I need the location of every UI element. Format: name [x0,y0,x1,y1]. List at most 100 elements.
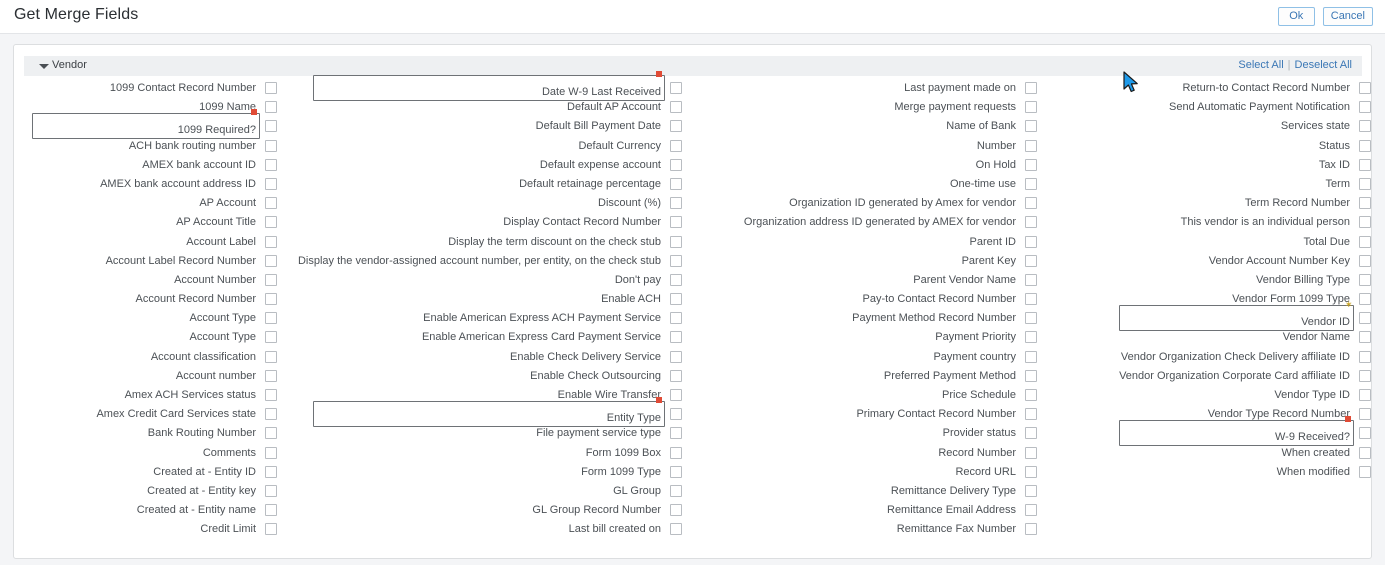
merge-field-checkbox[interactable] [1025,312,1037,325]
merge-field-checkbox[interactable] [265,120,277,133]
merge-field-checkbox[interactable] [670,197,682,210]
merge-field-checkbox[interactable] [265,465,277,478]
merge-field-row[interactable]: Amex ACH Services status [14,387,279,406]
merge-field-row[interactable]: Remittance Delivery Type [684,483,1039,502]
merge-field-checkbox[interactable] [265,254,277,267]
merge-field-row[interactable]: AP Account Title [14,214,279,233]
merge-field-checkbox[interactable] [265,369,277,382]
merge-field-checkbox[interactable] [1359,427,1371,440]
merge-field-row[interactable]: Remittance Fax Number [684,521,1039,540]
merge-field-row[interactable]: Vendor Organization Check Delivery affil… [1039,349,1371,368]
merge-field-checkbox[interactable] [1359,197,1371,210]
merge-field-row[interactable]: Payment Priority [684,329,1039,348]
merge-field-row[interactable]: Tax ID [1039,157,1371,176]
merge-field-row[interactable]: One-time use [684,176,1039,195]
merge-field-row[interactable]: Enable American Express ACH Payment Serv… [279,310,684,329]
merge-field-row[interactable]: Account Type [14,329,279,348]
merge-field-checkbox[interactable] [265,235,277,248]
merge-field-checkbox[interactable] [1025,350,1037,363]
merge-field-checkbox[interactable] [265,312,277,325]
merge-field-checkbox[interactable] [1359,235,1371,248]
merge-field-checkbox[interactable] [670,331,682,344]
merge-field-row[interactable]: Status [1039,138,1371,157]
merge-field-checkbox[interactable] [1025,139,1037,152]
merge-field-row[interactable]: Discount (%) [279,195,684,214]
merge-field-row[interactable]: Organization ID generated by Amex for ve… [684,195,1039,214]
merge-field-checkbox[interactable] [670,389,682,401]
merge-field-checkbox[interactable] [1025,235,1037,248]
merge-field-row[interactable]: Account number [14,368,279,387]
merge-field-row[interactable]: Number [684,138,1039,157]
merge-field-row[interactable]: ACH bank routing number [14,138,279,157]
merge-field-row[interactable]: Primary Contact Record Number [684,406,1039,425]
merge-field-checkbox[interactable] [1025,369,1037,382]
merge-field-checkbox[interactable] [1025,158,1037,171]
merge-field-row[interactable]: GL Group [279,483,684,502]
merge-field-checkbox[interactable] [1025,523,1037,536]
merge-field-checkbox[interactable] [670,235,682,248]
merge-field-row[interactable]: Organization address ID generated by AME… [684,214,1039,233]
merge-field-checkbox[interactable] [1025,177,1037,190]
merge-field-row[interactable]: Total Due [1039,234,1371,253]
merge-field-checkbox[interactable] [265,273,277,286]
merge-field-checkbox[interactable] [1359,273,1371,286]
merge-field-row[interactable]: Enable Check Outsourcing [279,368,684,387]
merge-field-checkbox[interactable] [670,120,682,133]
merge-field-checkbox[interactable] [265,350,277,363]
merge-field-row[interactable]: Default expense account [279,157,684,176]
merge-field-row[interactable]: Send Automatic Payment Notification [1039,99,1371,118]
merge-field-row[interactable]: Default Bill Payment Date [279,118,684,137]
merge-field-row[interactable]: Payment Method Record Number [684,310,1039,329]
merge-field-row[interactable]: AMEX bank account address ID [14,176,279,195]
merge-field-row[interactable]: This vendor is an individual person [1039,214,1371,233]
merge-field-row[interactable]: Bank Routing Number [14,425,279,444]
merge-field-row[interactable]: 1099 Contact Record Number [14,80,279,99]
select-all-link[interactable]: Select All [1238,59,1283,71]
merge-field-checkbox[interactable] [265,158,277,171]
chevron-down-icon[interactable] [39,64,49,69]
merge-field-checkbox[interactable] [670,139,682,152]
merge-field-checkbox[interactable] [1025,120,1037,133]
merge-field-row[interactable]: Display the vendor-assigned account numb… [279,253,684,272]
merge-field-checkbox[interactable] [670,446,682,459]
merge-field-row[interactable]: Form 1099 Type [279,464,684,483]
merge-field-row[interactable]: Parent Vendor Name [684,272,1039,291]
merge-field-checkbox[interactable] [265,293,277,306]
merge-field-row[interactable]: Form 1099 Box [279,445,684,464]
merge-field-checkbox[interactable] [265,216,277,229]
merge-field-checkbox[interactable] [1025,197,1037,210]
merge-field-row[interactable]: Account Label Record Number [14,253,279,272]
merge-field-checkbox[interactable] [670,82,682,94]
merge-field-row[interactable]: 1099 Required? [14,109,279,140]
merge-field-row[interactable]: Account Record Number [14,291,279,310]
deselect-all-link[interactable]: Deselect All [1295,59,1352,71]
merge-field-row[interactable]: Parent ID [684,234,1039,253]
merge-field-checkbox[interactable] [1025,427,1037,440]
merge-field-checkbox[interactable] [265,82,277,94]
merge-field-checkbox[interactable] [1025,504,1037,517]
merge-field-checkbox[interactable] [670,408,682,421]
merge-field-checkbox[interactable] [1359,465,1371,478]
merge-field-checkbox[interactable] [670,273,682,286]
merge-field-checkbox[interactable] [265,523,277,536]
merge-field-checkbox[interactable] [1359,331,1371,344]
merge-field-checkbox[interactable] [1359,158,1371,171]
cancel-button[interactable]: Cancel [1322,7,1373,26]
merge-field-checkbox[interactable] [1025,465,1037,478]
merge-field-checkbox[interactable] [1359,446,1371,459]
merge-field-checkbox[interactable] [265,101,277,114]
merge-field-checkbox[interactable] [1359,139,1371,152]
merge-field-row[interactable]: Date W-9 Last Received [279,71,684,101]
merge-field-checkbox[interactable] [670,312,682,325]
merge-field-checkbox[interactable] [670,484,682,497]
merge-field-row[interactable]: Created at - Entity ID [14,464,279,483]
merge-field-checkbox[interactable] [1359,101,1371,114]
merge-field-row[interactable]: Vendor Account Number Key [1039,253,1371,272]
merge-field-checkbox[interactable] [1359,312,1371,325]
merge-field-row[interactable]: Last bill created on [279,521,684,540]
merge-field-row[interactable]: AP Account [14,195,279,214]
merge-field-checkbox[interactable] [1025,446,1037,459]
merge-field-row[interactable]: Price Schedule [684,387,1039,406]
merge-field-checkbox[interactable] [1359,120,1371,133]
merge-field-checkbox[interactable] [265,197,277,210]
